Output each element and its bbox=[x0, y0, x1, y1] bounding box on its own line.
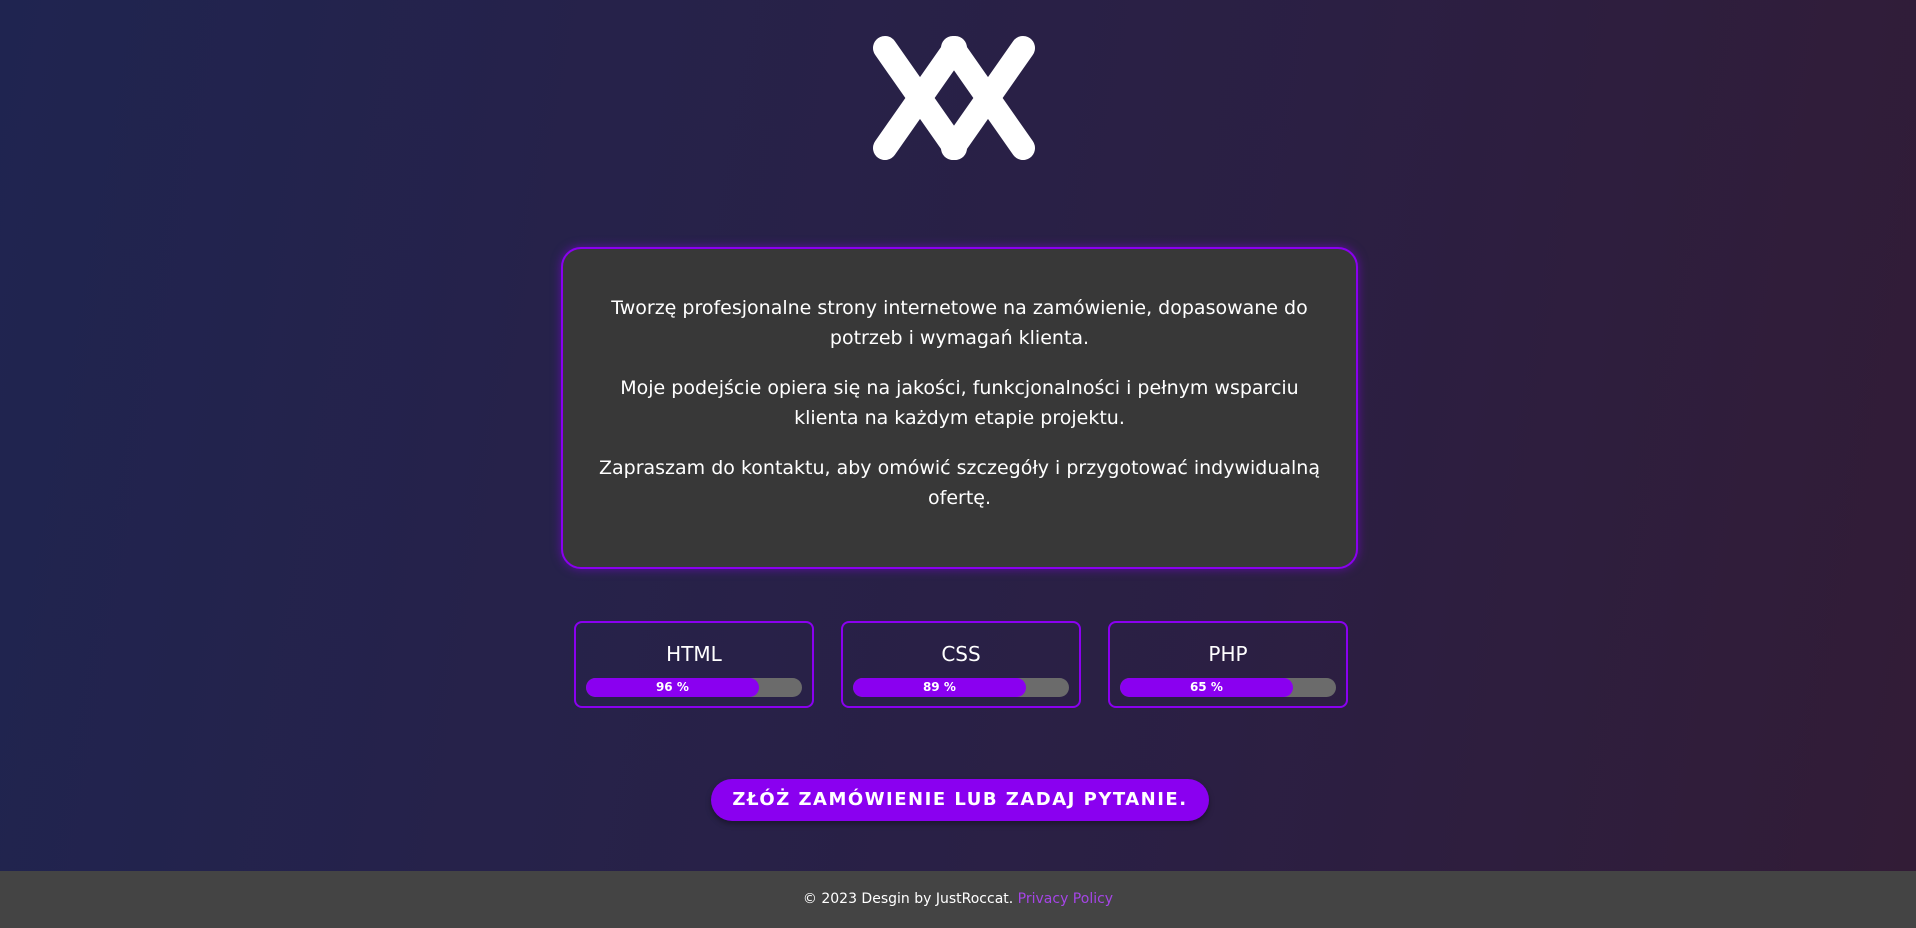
skill-percent-label: 65 % bbox=[1189, 680, 1223, 694]
about-paragraph-1: Tworzę profesjonalne strony internetowe … bbox=[611, 297, 1308, 349]
skill-percent-label: 89 % bbox=[922, 680, 956, 694]
skill-card-php: PHP 65 % bbox=[1108, 621, 1348, 708]
page-main: Tworzę profesjonalne strony internetowe … bbox=[0, 0, 1916, 871]
about-paragraph-2: Moje podejście opiera się na jakości, fu… bbox=[620, 377, 1299, 429]
footer: © 2023 Desgin by JustRoccat. Privacy Pol… bbox=[0, 871, 1916, 928]
about-paragraph-3: Zapraszam do kontaktu, aby omówić szczeg… bbox=[598, 457, 1320, 509]
skill-name: CSS bbox=[941, 642, 981, 666]
about-card: Tworzę profesjonalne strony internetowe … bbox=[561, 247, 1358, 569]
skill-percent-label: 96 % bbox=[655, 680, 689, 694]
skill-progress-bar: 96 % bbox=[586, 678, 802, 697]
skill-name: PHP bbox=[1208, 642, 1248, 666]
skill-card-html: HTML 96 % bbox=[574, 621, 814, 708]
skill-card-css: CSS 89 % bbox=[841, 621, 1081, 708]
footer-copyright: © 2023 Desgin by JustRoccat. bbox=[802, 891, 1014, 907]
skill-name: HTML bbox=[666, 642, 722, 666]
skill-progress-bar: 65 % bbox=[1120, 678, 1336, 697]
skill-progress-bar: 89 % bbox=[853, 678, 1069, 697]
double-x-logo-icon bbox=[873, 36, 1035, 160]
privacy-policy-link[interactable]: Privacy Policy bbox=[1018, 891, 1113, 907]
order-question-button[interactable]: ZŁÓŻ ZAMÓWIENIE LUB ZADAJ PYTANIE. bbox=[711, 779, 1209, 821]
